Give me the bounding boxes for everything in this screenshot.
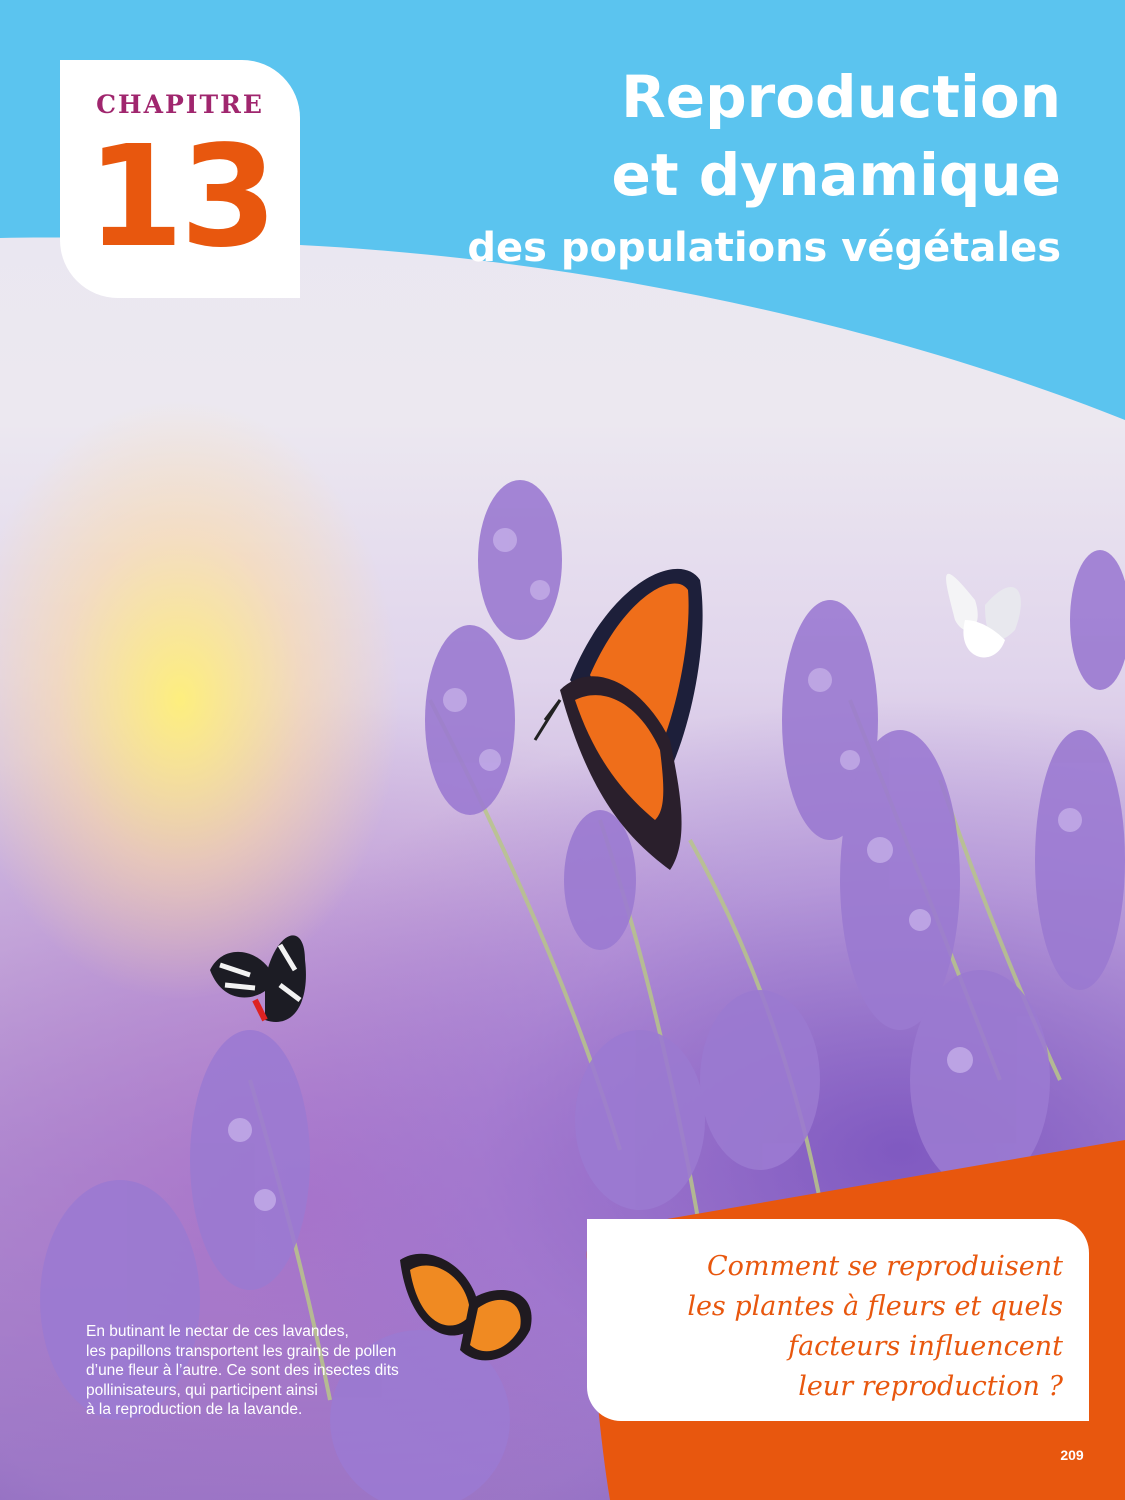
chapter-number: 13 (86, 116, 278, 279)
key-question-box: Comment se reproduisent les plantes à fl… (587, 1219, 1089, 1421)
zebra-butterfly (210, 935, 306, 1022)
question-line: les plantes à fleurs et quels (687, 1291, 1063, 1322)
caption-line: pollinisateurs, qui participent ainsi (86, 1381, 318, 1399)
chapter-title: Reproduction et dynamique des population… (467, 58, 1061, 282)
page-number: 209 (1060, 1447, 1084, 1463)
key-question: Comment se reproduisent les plantes à fl… (687, 1247, 1063, 1407)
white-butterfly (946, 573, 1021, 658)
question-line: facteurs influencent (788, 1331, 1063, 1362)
title-line-1: Reproduction (621, 63, 1061, 131)
title-line-3: des populations végétales (467, 225, 1061, 271)
caption-line: à la reproduction de la lavande. (86, 1401, 303, 1418)
question-line: leur reproduction ? (798, 1371, 1063, 1402)
photo-caption: En butinant le nectar de ces lavandes, l… (86, 1322, 431, 1420)
textbook-page: CHAPITRE 13 Reproduction et dynamique de… (0, 0, 1125, 1500)
caption-line: En butinant le nectar de ces lavandes, (86, 1323, 349, 1340)
question-line: Comment se reproduisent (706, 1251, 1063, 1282)
chapter-label: CHAPITRE (96, 90, 264, 119)
caption-line: d’une fleur à l’autre. Ce sont des insec… (86, 1362, 399, 1379)
title-line-2: et dynamique (611, 141, 1061, 209)
chapter-badge: CHAPITRE 13 (60, 60, 300, 298)
caption-line: les papillons transportent les grains de… (86, 1342, 397, 1360)
